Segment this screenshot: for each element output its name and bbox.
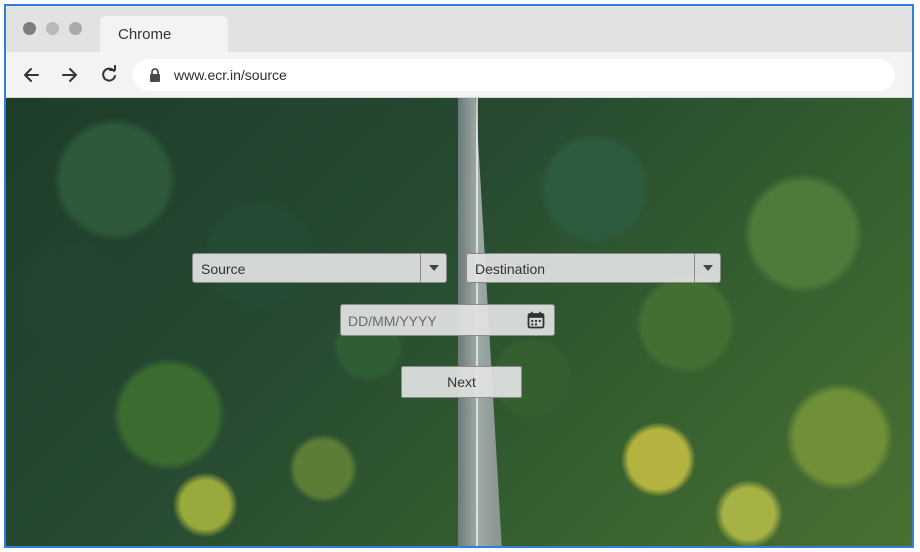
chevron-down-icon: [702, 265, 713, 271]
url-text: www.ecr.in/source: [174, 67, 287, 83]
back-arrow-icon: [24, 68, 39, 82]
date-field[interactable]: [340, 304, 555, 337]
browser-tab[interactable]: Chrome: [100, 16, 228, 52]
reload-icon: [102, 65, 116, 82]
window-minimize-dot[interactable]: [46, 22, 59, 35]
tab-title: Chrome: [118, 26, 172, 43]
title-bar: Chrome: [6, 6, 912, 52]
source-dropdown[interactable]: Source: [192, 253, 447, 283]
destination-dropdown-label: Destination: [475, 261, 546, 277]
source-dropdown-toggle[interactable]: [420, 254, 446, 282]
lock-icon: [150, 68, 160, 82]
back-button[interactable]: [20, 63, 44, 87]
date-input[interactable]: [341, 305, 525, 337]
destination-dropdown[interactable]: Destination: [466, 253, 721, 283]
browser-window: Chrome www.ecr.in/source Source Destinat…: [4, 4, 914, 548]
next-button[interactable]: Next: [401, 366, 522, 398]
source-dropdown-label: Source: [201, 261, 246, 277]
forward-button[interactable]: [57, 63, 81, 87]
page-viewport: Source Destination DD/MM/YYYY Next: [6, 98, 912, 546]
window-close-dot[interactable]: [23, 22, 36, 35]
chevron-down-icon: [428, 265, 439, 271]
calendar-icon[interactable]: [527, 311, 545, 329]
browser-toolbar: www.ecr.in/source: [6, 52, 912, 98]
address-bar[interactable]: www.ecr.in/source: [133, 59, 895, 91]
destination-dropdown-toggle[interactable]: [694, 254, 720, 282]
reload-button[interactable]: [97, 63, 121, 87]
forward-arrow-icon: [62, 68, 77, 82]
window-maximize-dot[interactable]: [69, 22, 82, 35]
